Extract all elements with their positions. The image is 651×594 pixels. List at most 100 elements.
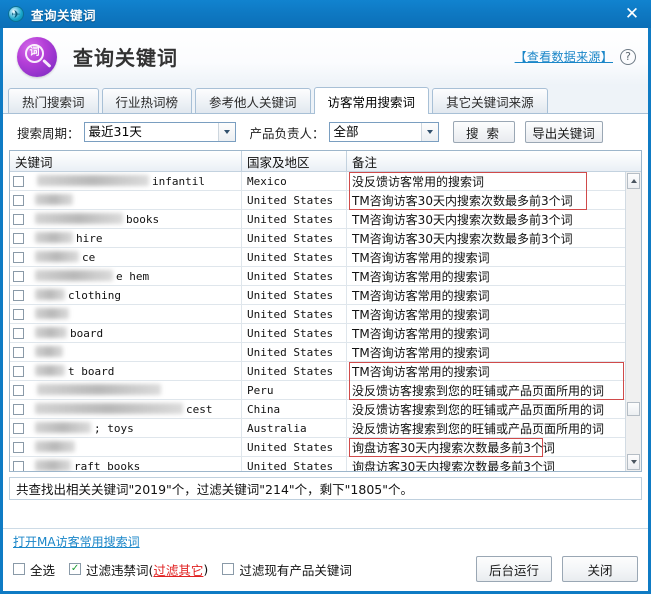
filter-other-link[interactable]: 过滤其它 [153, 560, 203, 579]
cell-keyword: board [10, 323, 242, 343]
footer-buttons: 后台运行 关闭 [476, 556, 638, 582]
owner-label: 产品负责人： [249, 125, 325, 141]
search-button[interactable]: 搜 索 [452, 121, 515, 143]
row-checkbox[interactable] [13, 289, 24, 301]
row-checkbox[interactable] [13, 346, 24, 358]
scroll-up-icon[interactable] [627, 173, 640, 189]
row-checkbox[interactable] [13, 384, 24, 396]
row-checkbox[interactable] [13, 422, 24, 434]
cell-remark: 没反馈访客搜索到您的旺铺或产品页面所用的词 [352, 421, 605, 436]
column-header-remark[interactable]: 备注 [347, 151, 641, 171]
table-row[interactable]: raft books United States 询盘访客30天内搜索次数最多前3个… [10, 456, 625, 472]
table-row[interactable]: infantil Mexico 没反馈访客常用的搜索词 [10, 172, 625, 191]
close-button[interactable]: 关闭 [562, 556, 638, 582]
open-ma-visitor-search-link[interactable]: 打开MA访客常用搜索词 [13, 533, 140, 550]
logo-glyph: 词 [25, 43, 44, 63]
cell-remark: 询盘访客30天内搜索次数最多前3个词 [352, 459, 555, 472]
table-row[interactable]: Peru 没反馈访客搜索到您的旺铺或产品页面所用的词 [10, 380, 625, 400]
row-checkbox[interactable] [13, 251, 24, 263]
vertical-scrollbar[interactable] [625, 172, 641, 471]
table-row[interactable]: t board United States TM咨询访客常用的搜索词 [10, 361, 625, 381]
table-row[interactable]: ; toys Australia 没反馈访客搜索到您的旺铺或产品页面所用的词 [10, 418, 625, 438]
tab-other-keyword-sources[interactable]: 其它关键词来源 [432, 88, 548, 113]
filter-banned-checkbox[interactable]: 过滤违禁词( 过滤其它 ) [69, 560, 208, 579]
cell-country: Peru [242, 380, 347, 400]
keyword-suffix: books [126, 212, 160, 226]
table-row[interactable]: United States 询盘访客30天内搜索次数最多前3个词 [10, 437, 625, 457]
cell-remark: TM咨询访客30天内搜索次数最多前3个词 [352, 231, 573, 246]
table-row[interactable]: e hem United States TM咨询访客常用的搜索词 [10, 266, 625, 286]
cell-country: United States [242, 228, 347, 248]
tab-industry-hot-list[interactable]: 行业热词榜 [101, 88, 193, 113]
table-row[interactable]: United States TM咨询访客常用的搜索词 [10, 304, 625, 324]
cell-country: United States [242, 342, 347, 362]
cell-keyword: infantil [10, 172, 242, 191]
close-icon[interactable]: ✕ [619, 4, 645, 24]
column-header-keyword[interactable]: 关键词 [10, 151, 242, 171]
keyword-text: ce [27, 250, 96, 264]
select-all-checkbox[interactable]: 全选 [13, 560, 55, 579]
cell-remark: TM咨询访客30天内搜索次数最多前3个词 [352, 193, 573, 208]
product-owner-select[interactable]: 全部 [328, 122, 439, 142]
keyword-text: raft books [27, 459, 140, 471]
filter-existing-label: 过滤现有产品关键词 [239, 562, 352, 578]
table-row[interactable]: board United States TM咨询访客常用的搜索词 [10, 323, 625, 343]
row-checkbox[interactable] [13, 308, 24, 320]
row-checkbox[interactable] [13, 460, 24, 471]
row-checkbox[interactable] [13, 441, 24, 453]
scroll-down-icon[interactable] [627, 454, 640, 470]
row-checkbox[interactable] [13, 270, 24, 282]
scrollbar-thumb[interactable] [627, 402, 640, 416]
cell-country: United States [242, 361, 347, 381]
cell-keyword: e hem [10, 266, 242, 286]
table-row[interactable]: United States TM咨询访客30天内搜索次数最多前3个词 [10, 190, 625, 210]
table-row[interactable]: United States TM咨询访客常用的搜索词 [10, 342, 625, 362]
tab-hot-search-words[interactable]: 热门搜索词 [8, 88, 99, 113]
cell-keyword [10, 437, 242, 457]
app-circle-icon: ✈ [8, 6, 24, 22]
checkbox-box[interactable] [222, 563, 235, 575]
tab-reference-others-keywords[interactable]: 参考他人关键词 [195, 88, 311, 113]
row-checkbox[interactable] [13, 175, 24, 187]
help-icon[interactable]: ? [620, 48, 636, 65]
table-row[interactable]: books United States TM咨询访客30天内搜索次数最多前3个词 [10, 209, 625, 229]
table-row[interactable]: ce United States TM咨询访客常用的搜索词 [10, 247, 625, 267]
row-checkbox[interactable] [13, 365, 24, 377]
redacted-keyword [35, 459, 71, 471]
tab-visitor-common-search-words[interactable]: 访客常用搜索词 [313, 87, 430, 114]
cell-keyword: raft books [10, 456, 242, 471]
redacted-keyword [35, 288, 65, 300]
row-checkbox[interactable] [13, 327, 24, 339]
filter-existing-keywords-checkbox[interactable]: 过滤现有产品关键词 [222, 560, 352, 579]
chevron-down-icon [217, 123, 235, 141]
redacted-keyword [35, 231, 73, 243]
export-keywords-button[interactable]: 导出关键词 [524, 121, 603, 143]
keyword-query-window: ✈ 查询关键词 ✕ 词 查询关键词 【查看数据来源】 ? 热门搜索词 行业热词榜… [0, 0, 651, 594]
magnifier-handle-icon [42, 58, 52, 68]
keyword-suffix: ce [82, 250, 96, 264]
row-checkbox[interactable] [13, 403, 24, 415]
keyword-text: t board [27, 364, 114, 378]
cell-remark: TM咨询访客常用的搜索词 [352, 364, 490, 379]
cell-keyword: hire [10, 228, 242, 248]
redacted-keyword [37, 174, 149, 186]
checkbox-box[interactable] [13, 563, 25, 575]
view-data-source-link[interactable]: 【查看数据来源】 [515, 48, 613, 65]
filter-banned-tail: ) [203, 561, 209, 577]
table-row[interactable]: clothing United States TM咨询访客常用的搜索词 [10, 285, 625, 305]
column-header-country[interactable]: 国家及地区 [242, 151, 347, 171]
row-checkbox[interactable] [13, 213, 24, 225]
table-row[interactable]: hire United States TM咨询访客30天内搜索次数最多前3个词 [10, 228, 625, 248]
background-run-button[interactable]: 后台运行 [476, 556, 552, 582]
cell-remark: TM咨询访客常用的搜索词 [352, 326, 490, 341]
keyword-text: clothing [27, 288, 121, 302]
keyword-text [27, 440, 78, 454]
cell-country: United States [242, 190, 347, 210]
row-checkbox[interactable] [13, 232, 24, 244]
search-period-select[interactable]: 最近31天 [83, 122, 236, 142]
table-row[interactable]: cest China 没反馈访客搜索到您的旺铺或产品页面所用的词 [10, 399, 625, 419]
redacted-keyword [35, 307, 69, 319]
filter-toolbar: 搜索周期： 最近31天 产品负责人： 全部 搜 索 导出关键词 [3, 114, 648, 150]
checkbox-box[interactable] [69, 563, 82, 575]
row-checkbox[interactable] [13, 194, 24, 206]
